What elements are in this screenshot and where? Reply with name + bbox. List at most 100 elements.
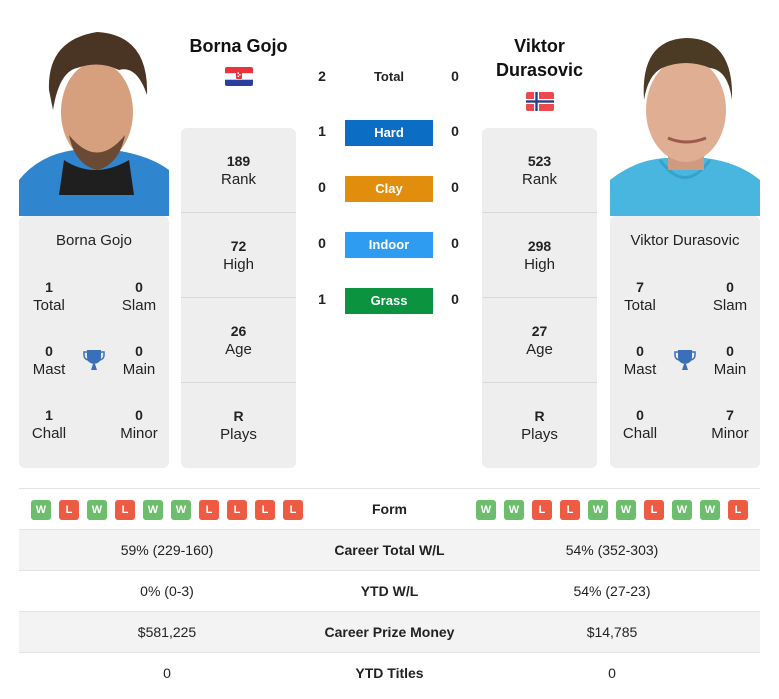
player2-name[interactable]: Viktor Durasovic (482, 34, 597, 82)
player1-career-wl: 59% (229-160) (120, 542, 214, 558)
player2-rank: 523 Rank (482, 128, 597, 213)
h2h-total-label: Total (373, 69, 405, 84)
form-loss-badge[interactable]: L (115, 500, 135, 520)
player1-titles-mast: 0 Mast (19, 342, 79, 380)
player1-titles-minor: 0 Minor (109, 406, 169, 444)
trophy-icon (83, 348, 105, 372)
player1-plays: R Plays (181, 383, 296, 468)
ytd-titles-label: YTD Titles (355, 665, 424, 681)
h2h-hard-p2: 0 (451, 123, 459, 139)
player2-titles-minor: 7 Minor (700, 406, 760, 444)
player2-ytd-wl: 54% (27-23) (573, 583, 651, 599)
form-loss-badge[interactable]: L (532, 500, 552, 520)
form-loss-badge[interactable]: L (728, 500, 748, 520)
form-win-badge[interactable]: W (672, 500, 692, 520)
titles-main-value: 0 (135, 343, 143, 359)
surface-hard-badge[interactable]: Hard (345, 120, 433, 146)
titles-total-value: 1 (45, 279, 53, 295)
croatia-flag-icon (225, 67, 253, 86)
titles-total-label: Total (624, 297, 656, 314)
plays-value: R (534, 408, 545, 424)
player2-titles-name: Viktor Durasovic (630, 232, 740, 249)
form-loss-badge[interactable]: L (227, 500, 247, 520)
trophy-icon (674, 348, 696, 372)
rank-value: 189 (226, 153, 251, 169)
h2h-indoor-p1: 0 (318, 235, 326, 251)
h2h-total-p2: 0 (451, 68, 459, 84)
player2-age: 27 Age (482, 298, 597, 383)
player1-titles-total: 1 Total (19, 278, 79, 316)
h2h-total-p1: 2 (318, 68, 326, 84)
titles-mast-label: Mast (623, 361, 657, 378)
high-value: 298 (527, 238, 552, 254)
surface-grass-badge[interactable]: Grass (345, 288, 433, 314)
form-loss-badge[interactable]: L (560, 500, 580, 520)
norway-flag-icon (526, 92, 554, 111)
rank-label: Rank (220, 171, 257, 188)
player1-titles-main: 0 Main (109, 342, 169, 380)
form-loss-badge[interactable]: L (283, 500, 303, 520)
form-loss-badge[interactable]: L (644, 500, 664, 520)
titles-total-label: Total (33, 297, 65, 314)
ytd-titles-row: 0 YTD Titles 0 (19, 652, 760, 693)
prize-money-label: Career Prize Money (324, 624, 455, 640)
player2-career-wl: 54% (352-303) (565, 542, 659, 558)
form-win-badge[interactable]: W (143, 500, 163, 520)
player2-form: WWLLWWLWWL (476, 500, 748, 520)
plays-value: R (233, 408, 244, 424)
titles-slam-value: 0 (726, 279, 734, 295)
titles-slam-label: Slam (121, 297, 157, 314)
h2h-clay-p1: 0 (318, 179, 326, 195)
player1-age: 26 Age (181, 298, 296, 383)
player1-titles-slam: 0 Slam (109, 278, 169, 316)
h2h-indoor-p2: 0 (451, 235, 459, 251)
form-label: Form (372, 501, 407, 517)
titles-chall-label: Chall (622, 425, 658, 442)
titles-main-label: Main (713, 361, 747, 378)
ytd-wl-row: 0% (0-3) YTD W/L 54% (27-23) (19, 570, 760, 611)
rank-label: Rank (521, 171, 558, 188)
player2-prize-money: $14,785 (586, 624, 638, 640)
player2-titles-chall: 0 Chall (610, 406, 670, 444)
plays-label: Plays (521, 426, 558, 443)
form-win-badge[interactable]: W (504, 500, 524, 520)
form-loss-badge[interactable]: L (255, 500, 275, 520)
titles-minor-label: Minor (711, 425, 749, 442)
h2h-hard-p1: 1 (318, 123, 326, 139)
form-win-badge[interactable]: W (476, 500, 496, 520)
player2-photo (610, 20, 760, 216)
player2-titles-slam: 0 Slam (700, 278, 760, 316)
player2-ytd-titles: 0 (608, 665, 616, 681)
player1-name[interactable]: Borna Gojo (180, 34, 297, 58)
player2-titles-card: Viktor Durasovic 7 Total 0 Slam 0 Mast 0… (610, 216, 760, 468)
form-win-badge[interactable]: W (171, 500, 191, 520)
surface-clay-badge[interactable]: Clay (345, 176, 433, 202)
form-win-badge[interactable]: W (87, 500, 107, 520)
player1-ytd-wl: 0% (0-3) (140, 583, 194, 599)
player2-high: 298 High (482, 213, 597, 298)
player2-stats-card: 523 Rank 298 High 27 Age R Plays (482, 128, 597, 468)
titles-total-value: 7 (636, 279, 644, 295)
player1-stats-card: 189 Rank 72 High 26 Age R Plays (181, 128, 296, 468)
surface-indoor-badge[interactable]: Indoor (345, 232, 433, 258)
player1-ytd-titles: 0 (163, 665, 171, 681)
titles-main-label: Main (122, 361, 156, 378)
h2h-grass-p2: 0 (451, 291, 459, 307)
player2-titles-main: 0 Main (700, 342, 760, 380)
titles-chall-value: 0 (636, 407, 644, 423)
form-win-badge[interactable]: W (588, 500, 608, 520)
player1-titles-chall: 1 Chall (19, 406, 79, 444)
high-value: 72 (230, 238, 247, 254)
form-win-badge[interactable]: W (700, 500, 720, 520)
age-label: Age (225, 341, 252, 358)
form-row: WLWLWWLLLL Form WWLLWWLWWL (19, 488, 760, 529)
titles-mast-value: 0 (636, 343, 644, 359)
form-loss-badge[interactable]: L (59, 500, 79, 520)
form-win-badge[interactable]: W (616, 500, 636, 520)
age-value: 27 (531, 323, 548, 339)
player1-titles-name: Borna Gojo (56, 232, 132, 249)
form-win-badge[interactable]: W (31, 500, 51, 520)
form-loss-badge[interactable]: L (199, 500, 219, 520)
titles-mast-value: 0 (45, 343, 53, 359)
titles-minor-value: 0 (135, 407, 143, 423)
